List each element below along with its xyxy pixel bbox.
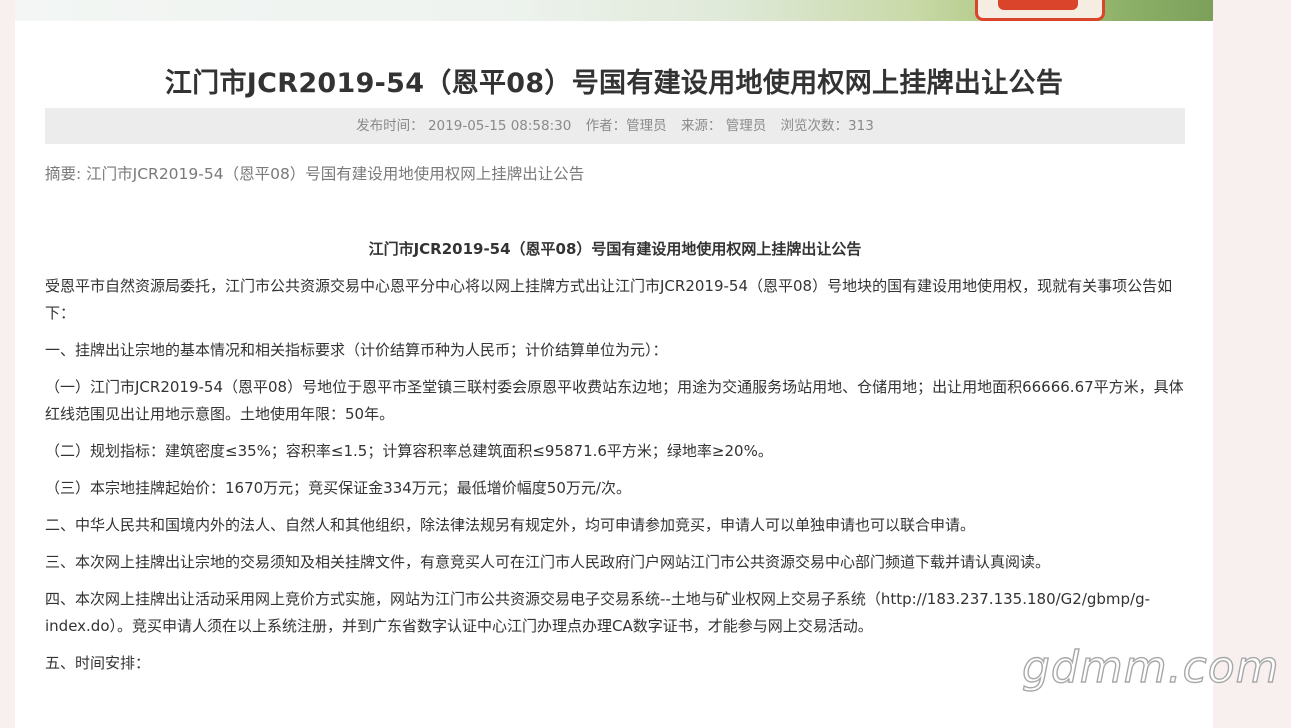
article-meta-bar: 发布时间： 2019-05-15 08:58:30 作者：管理员 来源： 管理员…	[45, 108, 1185, 144]
view-count: 浏览次数：313	[780, 118, 874, 134]
publish-time: 发布时间： 2019-05-15 08:58:30	[356, 118, 572, 134]
author: 作者：管理员	[585, 118, 667, 134]
paragraph-section-1: 一、挂牌出让宗地的基本情况和相关指标要求（计价结算币种为人民币；计价结算单位为元…	[45, 341, 668, 359]
paragraph-section-1-2: （二）规划指标：建筑密度≤35%；容积率≤1.5；计算容积率总建筑面积≤9587…	[45, 442, 773, 460]
banner-logo-mark	[998, 0, 1078, 10]
article-body: 江门市JCR2019-54（恩平08）号国有建设用地使用权网上挂牌出让公告 受恩…	[45, 236, 1185, 687]
paragraph-intro: 受恩平市自然资源局委托，江门市公共资源交易中心恩平分中心将以网上挂牌方式出让江门…	[45, 277, 1173, 322]
paragraph-section-2: 二、中华人民共和国境内外的法人、自然人和其他组织，除法律法规另有规定外，均可申请…	[45, 516, 976, 534]
article-container: 江门市JCR2019-54（恩平08）号国有建设用地使用权网上挂牌出让公告 发布…	[15, 21, 1213, 728]
header-banner-image	[15, 0, 1213, 21]
article-title: 江门市JCR2019-54（恩平08）号国有建设用地使用权网上挂牌出让公告	[164, 68, 1064, 99]
paragraph-section-4: 四、本次网上挂牌出让活动采用网上竞价方式实施，网站为江门市公共资源交易电子交易系…	[45, 590, 1151, 635]
content-title: 江门市JCR2019-54（恩平08）号国有建设用地使用权网上挂牌出让公告	[368, 240, 862, 258]
paragraph-section-1-3: （三）本宗地挂牌起始价：1670万元；竞买保证金334万元；最低增价幅度50万元…	[45, 479, 631, 497]
paragraph-section-1-1: （一）江门市JCR2019-54（恩平08）号地位于恩平市圣堂镇三联村委会原恩平…	[45, 378, 1184, 423]
paragraph-section-5: 五、时间安排：	[45, 654, 151, 672]
article-summary: 摘要: 江门市JCR2019-54（恩平08）号国有建设用地使用权网上挂牌出让公…	[45, 165, 585, 183]
paragraph-section-3: 三、本次网上挂牌出让宗地的交易须知及相关挂牌文件，有意竞买人可在江门市人民政府门…	[45, 553, 1051, 571]
banner-logo	[975, 0, 1105, 21]
site-watermark: gdmm.com	[1021, 641, 1280, 693]
source: 来源： 管理员	[680, 118, 767, 134]
